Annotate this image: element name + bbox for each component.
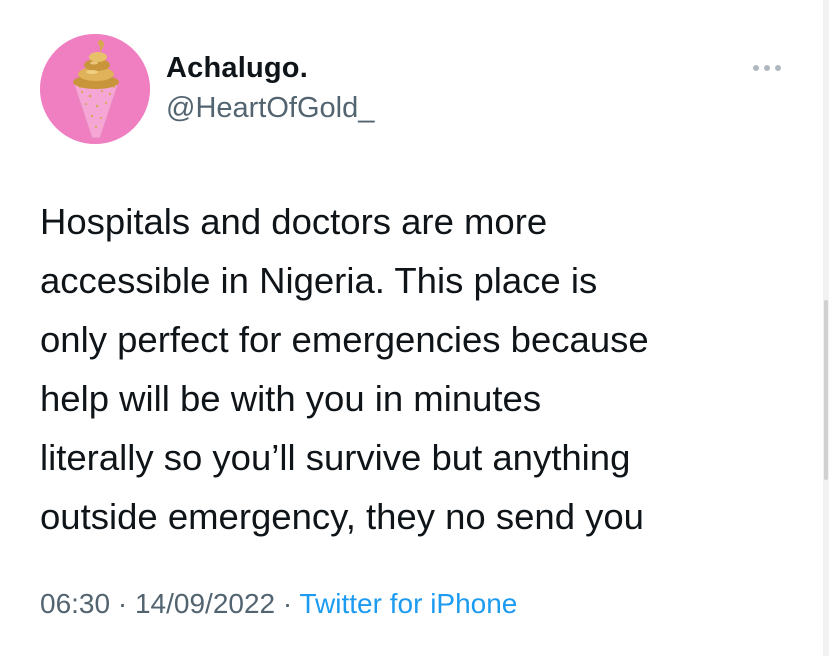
tweet-text-line: only perfect for emergencies because [40, 319, 649, 360]
tweet-card: Achalugo. @HeartOfGold_ Hospitals and do… [0, 0, 829, 656]
display-name[interactable]: Achalugo. [166, 52, 308, 85]
meta-separator: · [117, 588, 128, 619]
more-options-icon [753, 65, 781, 71]
scrollbar[interactable] [823, 0, 829, 656]
avatar[interactable] [40, 34, 150, 144]
scrollbar-thumb[interactable] [824, 300, 828, 480]
tweet-text-line: outside emergency, they no send you [40, 496, 644, 537]
tweet-text-line: help will be with you in minutes [40, 378, 542, 419]
tweet-metadata: 06:30 · 14/09/2022 · Twitter for iPhone [40, 588, 517, 620]
tweet-text: Hospitals and doctors are more accessibl… [40, 192, 800, 546]
tweet-date[interactable]: 14/09/2022 [135, 588, 275, 619]
user-handle[interactable]: @HeartOfGold_ [166, 92, 374, 125]
tweet-text-line: accessible in Nigeria. This place is [40, 260, 598, 301]
tweet-text-line: Hospitals and doctors are more [40, 201, 548, 242]
meta-separator: · [282, 588, 293, 619]
more-options-button[interactable] [744, 54, 792, 84]
tweet-time[interactable]: 06:30 [40, 588, 110, 619]
tweet-text-line: literally so you’ll survive but anything [40, 437, 631, 478]
tweet-source-link[interactable]: Twitter for iPhone [300, 588, 518, 619]
ice-cream-cone-avatar-icon [40, 34, 150, 144]
